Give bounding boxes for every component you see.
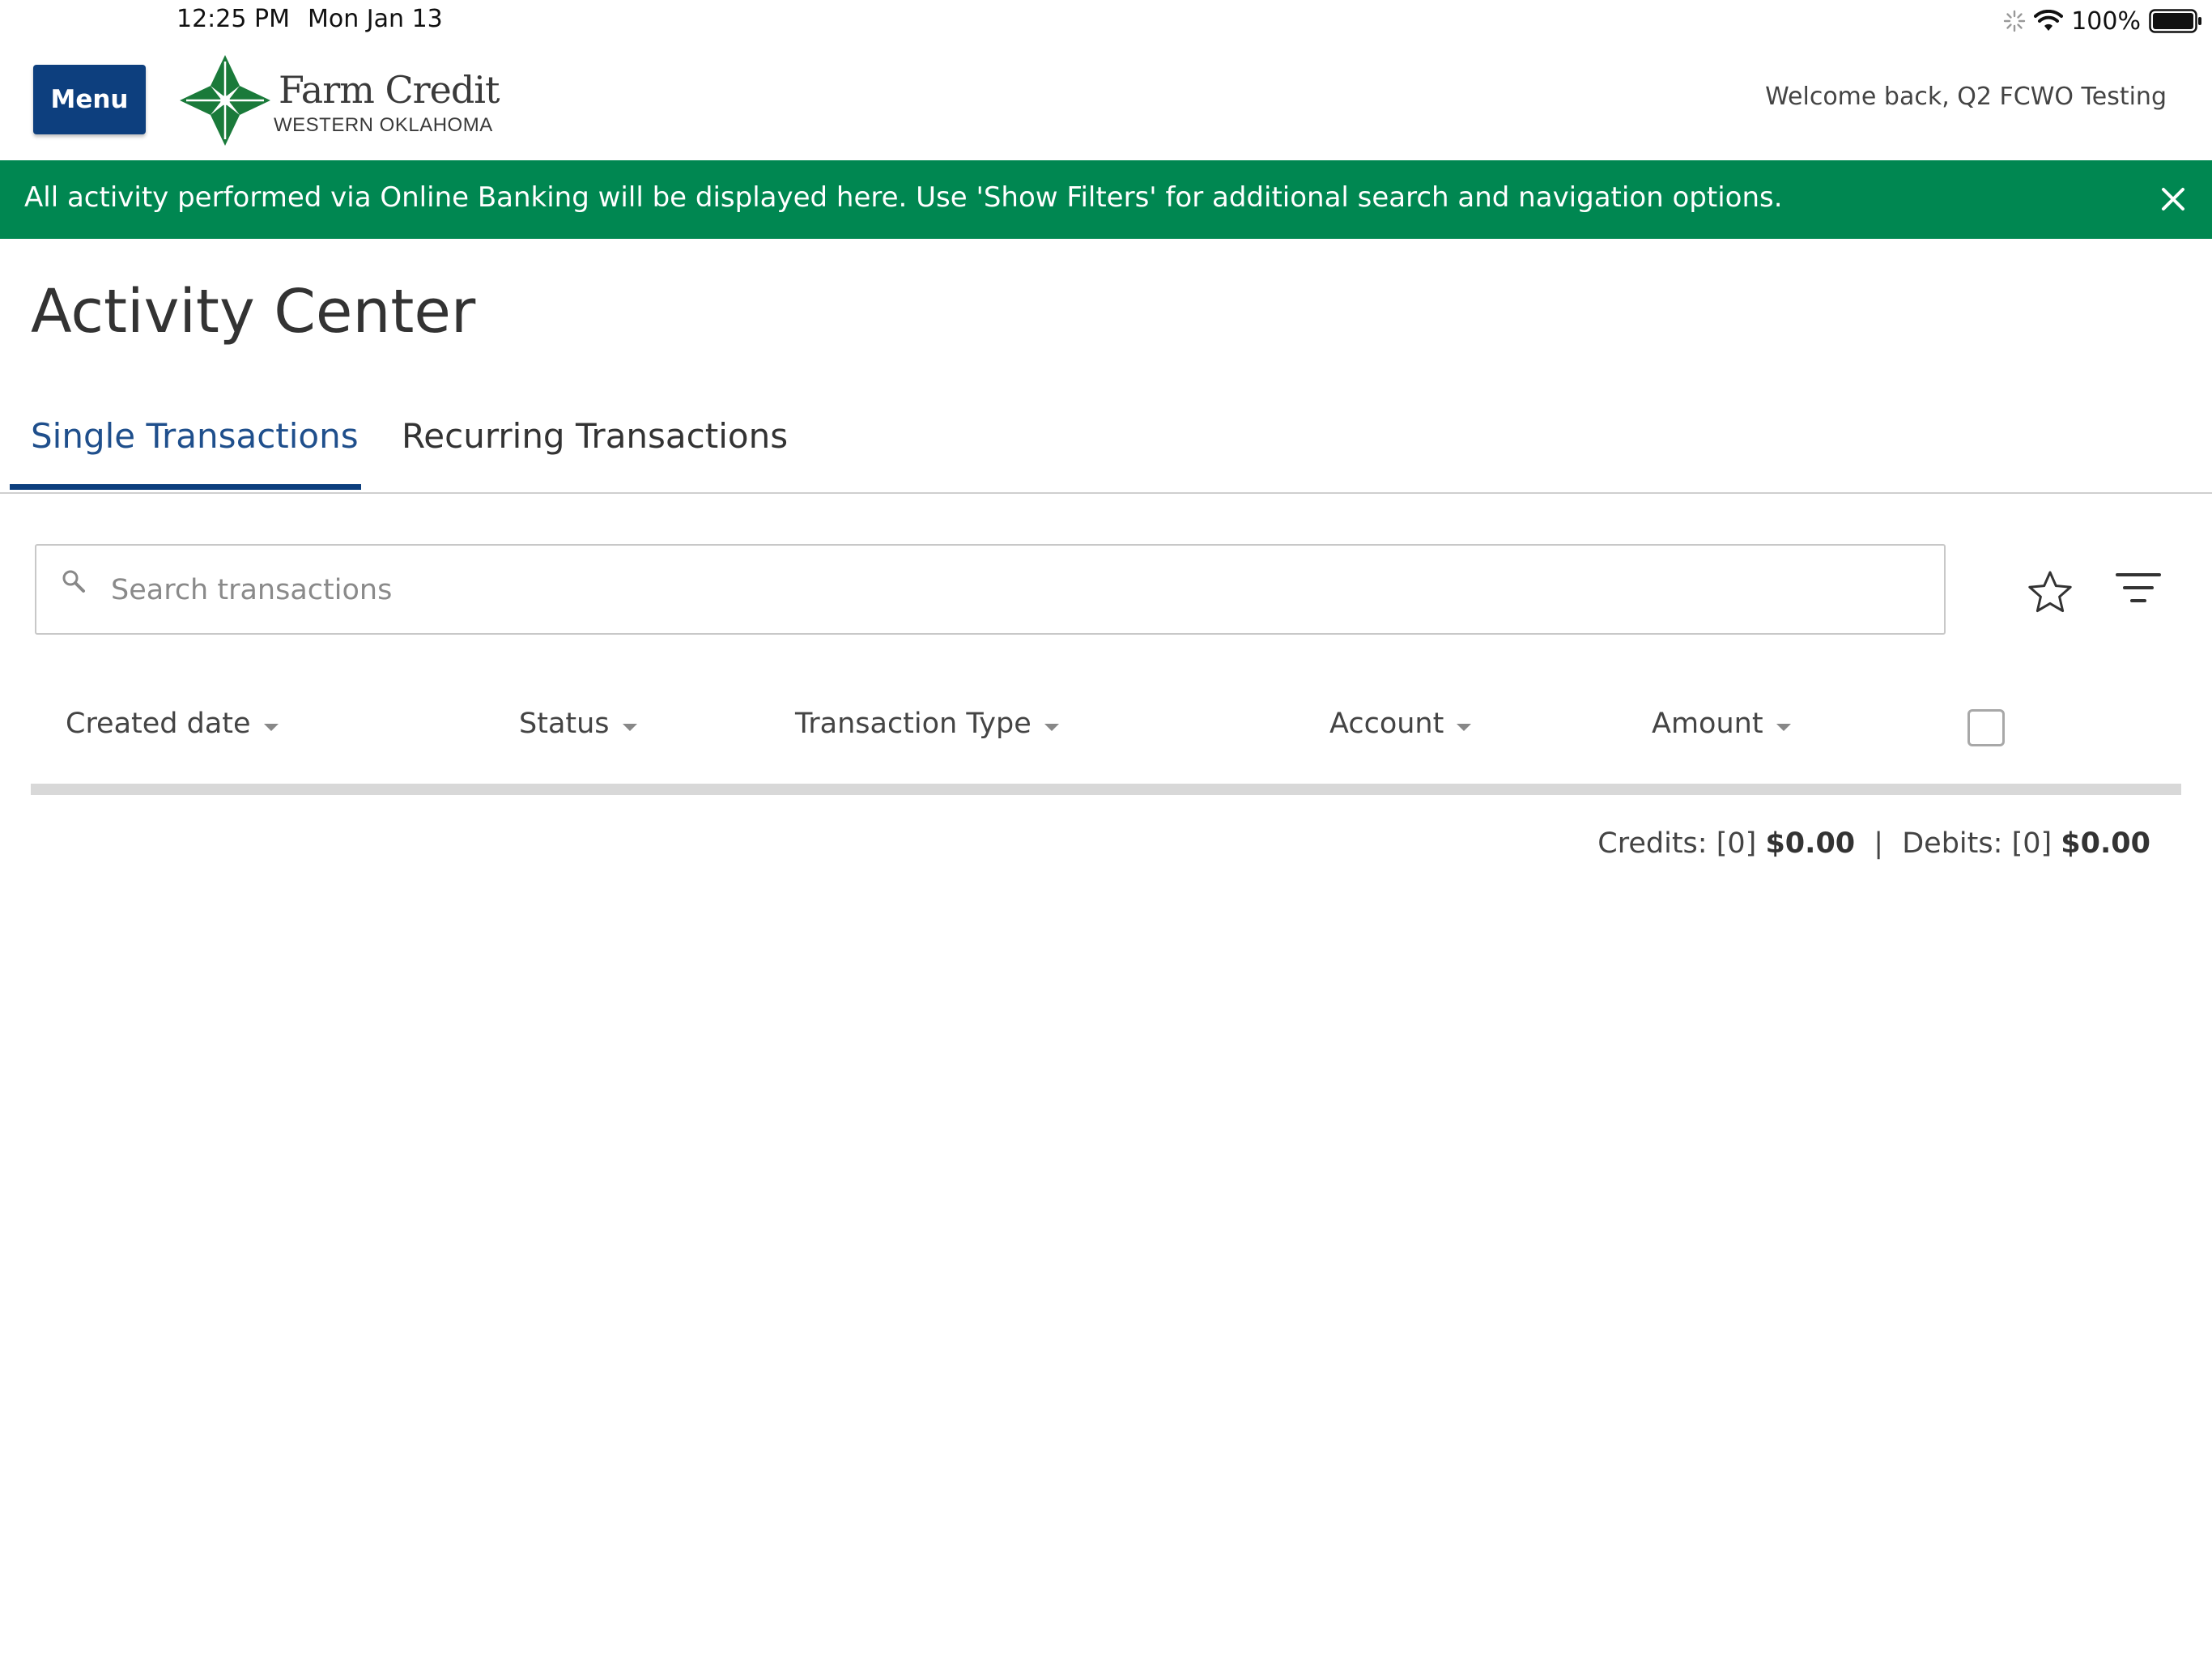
debits-count: [0] xyxy=(2011,827,2052,860)
info-banner: All activity performed via Online Bankin… xyxy=(0,160,2212,239)
sort-caret-icon xyxy=(263,723,279,731)
status-date: Mon Jan 13 xyxy=(308,5,443,33)
sort-caret-icon xyxy=(622,723,637,731)
page-title: Activity Center xyxy=(31,277,476,346)
search-input[interactable] xyxy=(109,562,1894,619)
debits-amount: $0.00 xyxy=(2061,827,2150,860)
app-header: Menu Farm Credit WESTERN OKLAHOMA Welcom… xyxy=(0,45,2212,160)
tab-single-transactions[interactable]: Single Transactions xyxy=(31,416,359,456)
farm-credit-logo: Farm Credit WESTERN OKLAHOMA xyxy=(177,52,500,149)
column-label: Status xyxy=(519,708,610,740)
column-created-date[interactable]: Created date xyxy=(66,708,279,740)
column-label: Amount xyxy=(1652,708,1763,740)
banner-message: All activity performed via Online Bankin… xyxy=(24,181,1783,214)
logo-name: Farm Credit xyxy=(279,68,500,112)
sort-caret-icon xyxy=(1044,723,1059,731)
select-all-checkbox[interactable] xyxy=(1967,709,2005,746)
sort-caret-icon xyxy=(1776,723,1791,731)
credits-label: Credits: xyxy=(1597,827,1708,860)
table-header-divider xyxy=(31,784,2181,795)
credits-count: [0] xyxy=(1716,827,1757,860)
tab-recurring-transactions[interactable]: Recurring Transactions xyxy=(402,416,788,456)
sort-caret-icon xyxy=(1457,723,1472,731)
battery-icon xyxy=(2149,9,2201,33)
battery-percent: 100% xyxy=(2071,6,2141,36)
status-right: 100% xyxy=(2003,3,2202,39)
active-tab-indicator xyxy=(10,484,361,490)
table-header: Created date Status Transaction Type Acc… xyxy=(31,696,2181,785)
menu-button[interactable]: Menu xyxy=(33,65,146,134)
debits-label: Debits: xyxy=(1902,827,2003,860)
wifi-icon xyxy=(2034,10,2064,31)
credits-amount: $0.00 xyxy=(1765,827,1856,860)
status-time: 12:25 PM xyxy=(177,5,290,33)
column-label: Created date xyxy=(66,708,251,740)
totals-separator: | xyxy=(1874,827,1884,860)
filter-icon[interactable] xyxy=(2115,568,2162,609)
column-label: Account xyxy=(1329,708,1444,740)
activity-spinner-icon xyxy=(2004,10,2026,32)
status-bar: 12:25 PM Mon Jan 13 100% xyxy=(0,0,2212,45)
search-icon xyxy=(62,570,85,593)
logo-subtitle: WESTERN OKLAHOMA xyxy=(274,114,493,136)
column-status[interactable]: Status xyxy=(519,708,637,740)
logo-leaf-icon xyxy=(180,55,270,146)
column-transaction-type[interactable]: Transaction Type xyxy=(795,708,1059,740)
close-icon[interactable] xyxy=(2157,183,2189,215)
column-account[interactable]: Account xyxy=(1329,708,1472,740)
search-box xyxy=(35,544,1946,635)
totals-summary: Credits: [0] $0.00 | Debits: [0] $0.00 xyxy=(1597,827,2150,860)
column-label: Transaction Type xyxy=(795,708,1032,740)
favorite-star-icon[interactable] xyxy=(2026,568,2074,617)
welcome-message: Welcome back, Q2 FCWO Testing xyxy=(1765,83,2167,111)
transaction-tabs: Single Transactions Recurring Transactio… xyxy=(0,397,2212,494)
column-amount[interactable]: Amount xyxy=(1652,708,1791,740)
